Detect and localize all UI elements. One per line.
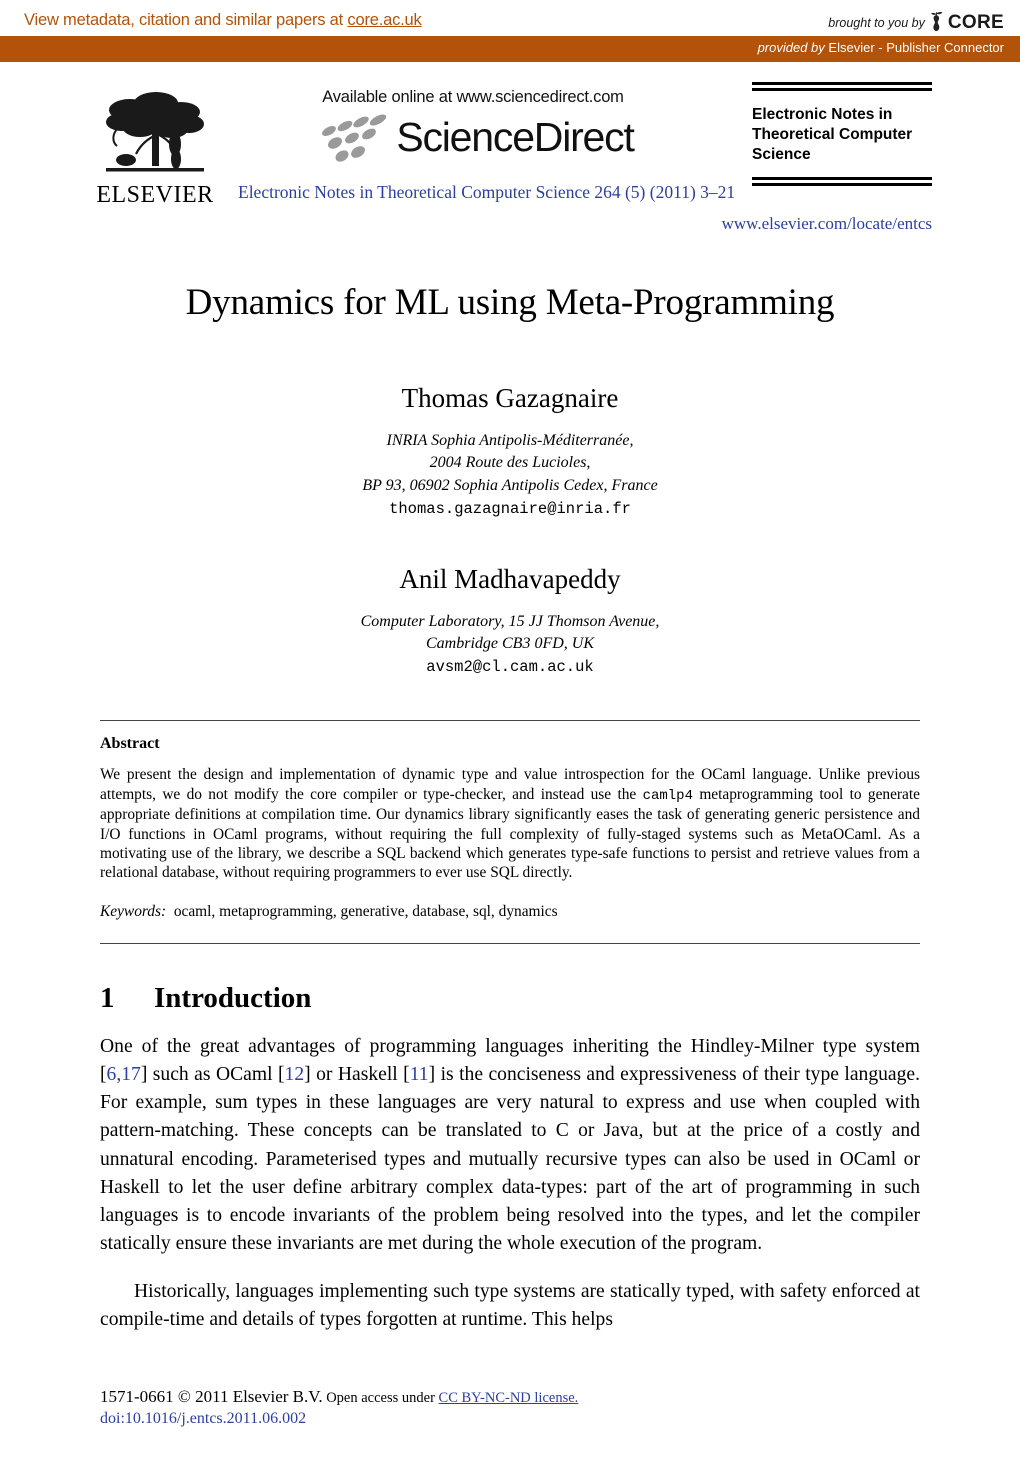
- keywords-line: Keywords: ocaml, metaprogramming, genera…: [100, 903, 920, 921]
- core-metadata-prefix: View metadata, citation and similar pape…: [24, 11, 348, 29]
- introduction-section: 1 Introduction One of the great advantag…: [100, 982, 920, 1335]
- author-affiliation-1: INRIA Sophia Antipolis-Méditerranée, 200…: [0, 430, 1020, 498]
- affiliation-line: Cambridge CB3 0FD, UK: [426, 635, 594, 653]
- keywords-label: Keywords:: [100, 902, 167, 920]
- journal-header: ELSEVIER Available online at www.science…: [0, 62, 1020, 240]
- citation-ref-6-17[interactable]: 6,17: [107, 1064, 141, 1085]
- sciencedirect-block: Available online at www.sciencedirect.co…: [238, 88, 708, 163]
- journal-reference: Electronic Notes in Theoretical Computer…: [238, 182, 736, 202]
- author-affiliation-2: Computer Laboratory, 15 JJ Thomson Avenu…: [0, 611, 1020, 656]
- provided-by-italic: provided by: [757, 40, 825, 55]
- apple-core-icon: [929, 11, 944, 33]
- abstract-rule-top: [100, 720, 920, 722]
- intro-paragraph-1: One of the great advantages of programmi…: [100, 1033, 920, 1259]
- citation-ref-11[interactable]: 11: [410, 1064, 429, 1085]
- keywords-value: ocaml, metaprogramming, generative, data…: [173, 902, 558, 920]
- abstract-section: Abstract We present the design and imple…: [100, 720, 920, 944]
- journal-title: Electronic Notes in Theoretical Computer…: [752, 106, 913, 164]
- sciencedirect-logo: ScienceDirect: [238, 111, 708, 163]
- elsevier-logo: ELSEVIER: [96, 84, 214, 209]
- paper-page: ELSEVIER Available online at www.science…: [0, 62, 1020, 1427]
- author-name-2: Anil Madhavapeddy: [399, 563, 621, 594]
- section-title: Introduction: [154, 981, 312, 1014]
- abstract-code-term: camlp4: [642, 787, 693, 804]
- footer-doi-link[interactable]: doi:10.1016/j.entcs.2011.06.002: [100, 1410, 920, 1428]
- abstract-body: We present the design and implementation…: [100, 765, 920, 883]
- core-provided-by-text: provided by Elsevier - Publisher Connect…: [758, 40, 1004, 55]
- affiliation-line: INRIA Sophia Antipolis-Méditerranée,: [386, 431, 634, 449]
- section-number: 1: [100, 981, 115, 1014]
- footer-copyright-line: 1571-0661 © 2011 Elsevier B.V. Open acce…: [100, 1387, 920, 1407]
- sciencedirect-swoosh-icon: [322, 114, 387, 162]
- section-heading: 1 Introduction: [100, 982, 920, 1015]
- core-wordmark: CORE: [947, 12, 1004, 33]
- affiliation-line: BP 93, 06902 Sophia Antipolis Cedex, Fra…: [362, 476, 658, 494]
- core-brought-label: brought to you by: [828, 16, 925, 30]
- journal-rule-top: [752, 82, 932, 91]
- core-brought-to-you-by: brought to you by CORE: [828, 11, 1004, 34]
- footer-issn-copyright: 1571-0661 © 2011 Elsevier B.V.: [100, 1387, 323, 1406]
- citation-ref-12[interactable]: 12: [285, 1064, 305, 1085]
- author-name-1: Thomas Gazagnaire: [401, 382, 619, 413]
- core-ac-uk-link[interactable]: core.ac.uk: [347, 11, 421, 29]
- author-email-1[interactable]: thomas.gazagnaire@inria.fr: [0, 500, 1020, 518]
- page-footer: 1571-0661 © 2011 Elsevier B.V. Open acce…: [100, 1387, 920, 1428]
- paper-title: Dynamics for ML using Meta-Programming: [185, 282, 835, 323]
- intro-seg4: ] is the conciseness and expressiveness …: [100, 1064, 921, 1255]
- affiliation-line: Computer Laboratory, 15 JJ Thomson Avenu…: [360, 612, 660, 630]
- provided-by-publisher: Elsevier - Publisher Connector: [824, 40, 1004, 55]
- abstract-rule-bottom: [100, 942, 920, 944]
- intro-paragraph-2: Historically, languages implementing suc…: [100, 1281, 920, 1331]
- intro-seg3: ] or Haskell [: [304, 1064, 410, 1085]
- journal-title-block: Electronic Notes in Theoretical Computer…: [752, 82, 932, 187]
- author-email-2[interactable]: avsm2@cl.cam.ac.uk: [0, 658, 1020, 676]
- footer-open-access: Open access under: [322, 1390, 439, 1406]
- available-online-text: Available online at www.sciencedirect.co…: [322, 88, 624, 106]
- cc-license-link[interactable]: CC BY-NC-ND license.: [439, 1390, 579, 1406]
- abstract-heading: Abstract: [100, 735, 160, 753]
- elsevier-tree-icon: [106, 92, 204, 172]
- sciencedirect-wordmark: ScienceDirect: [396, 113, 635, 160]
- intro-seg2: ] such as OCaml [: [140, 1064, 285, 1085]
- affiliation-line: 2004 Route des Lucioles,: [429, 454, 591, 472]
- journal-rule-bottom: [752, 177, 932, 187]
- journal-url-link[interactable]: www.elsevier.com/locate/entcs: [722, 214, 932, 234]
- elsevier-wordmark: ELSEVIER: [96, 182, 214, 208]
- core-banner: View metadata, citation and similar pape…: [0, 0, 1020, 62]
- core-metadata-text: View metadata, citation and similar pape…: [24, 11, 422, 30]
